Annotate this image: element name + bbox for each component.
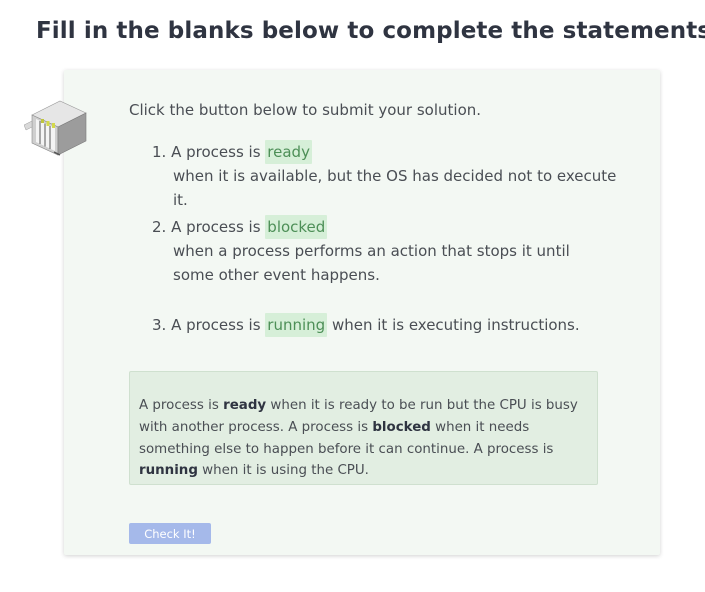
- question-3: 3. A process is running when it is execu…: [152, 313, 622, 337]
- feedback-text: A process is: [139, 398, 224, 413]
- question-text-after: when it is available, but the OS has dec…: [173, 167, 617, 209]
- server-rack-icon: [24, 100, 87, 156]
- feedback-keyword-blocked: blocked: [372, 419, 431, 435]
- question-text-before: A process is: [171, 316, 261, 334]
- blank-answer-1[interactable]: ready: [265, 140, 312, 164]
- question-text-after: when it is executing instructions.: [331, 316, 580, 334]
- feedback-panel: A process is ready when it is ready to b…: [129, 371, 598, 485]
- check-it-button[interactable]: Check It!: [129, 523, 211, 544]
- instructions-text: Click the button below to submit your so…: [129, 101, 482, 119]
- feedback-text: when it is using the CPU.: [197, 463, 369, 479]
- question-2: 2. A process is blocked when a process p…: [152, 215, 612, 287]
- blank-answer-2[interactable]: blocked: [265, 215, 328, 239]
- question-text-after: when a process performs an action that s…: [173, 242, 570, 284]
- question-text-before: A process is: [171, 143, 261, 161]
- question-text-before: A process is: [171, 218, 261, 236]
- page-title: Fill in the blanks below to complete the…: [36, 18, 705, 44]
- feedback-keyword-running: running: [139, 463, 198, 479]
- question-1: 1. A process is ready when it is availab…: [152, 140, 622, 212]
- question-number: 1.: [152, 143, 167, 161]
- blank-answer-3[interactable]: running: [265, 313, 328, 337]
- question-number: 3.: [152, 316, 167, 334]
- feedback-keyword-ready: ready: [223, 398, 267, 413]
- question-number: 2.: [152, 218, 167, 236]
